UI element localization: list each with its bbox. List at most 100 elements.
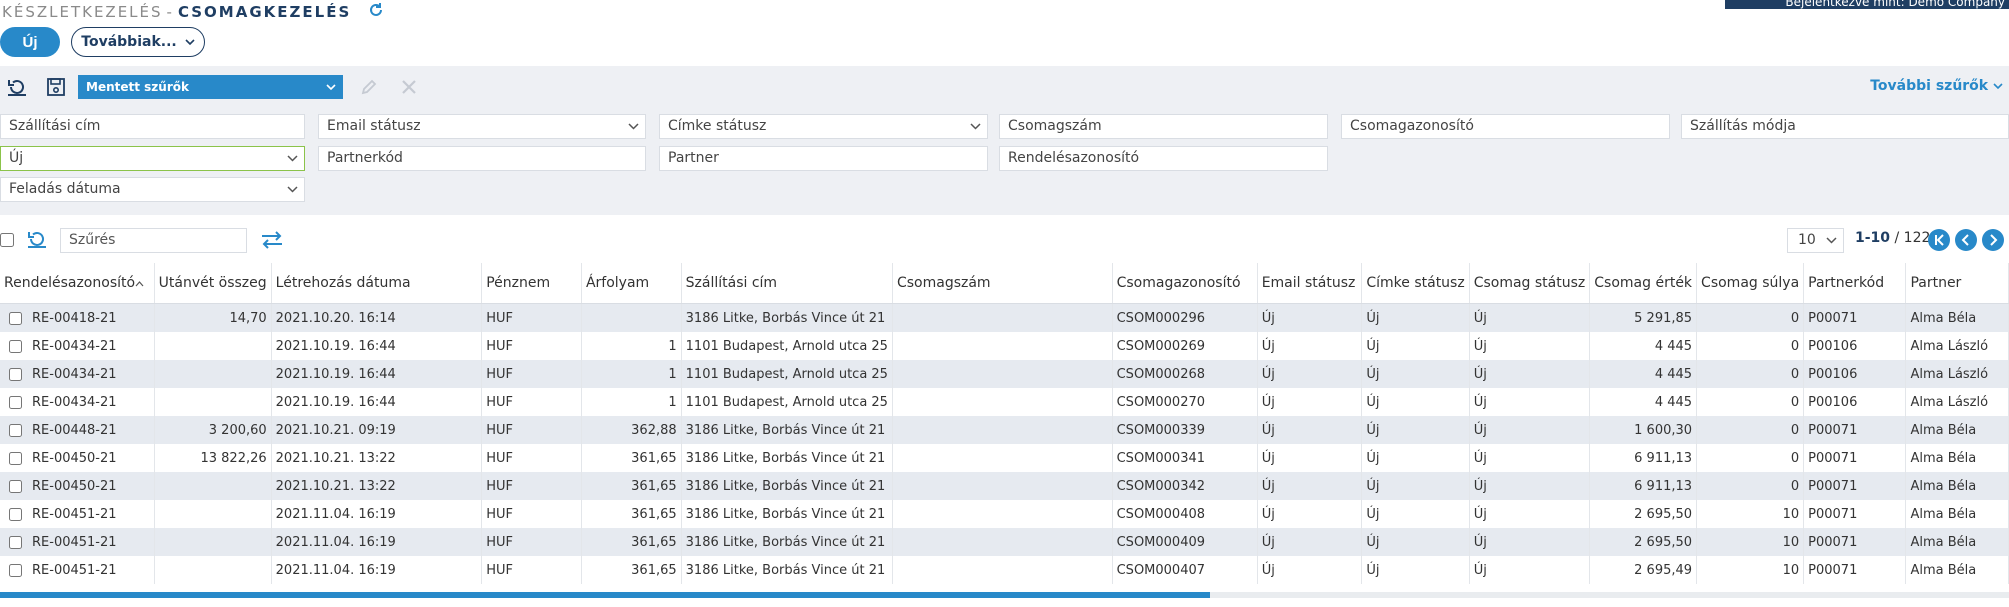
column-header[interactable]: Rendelésazonosító bbox=[0, 263, 155, 304]
grid-filter-input[interactable]: Szűrés bbox=[60, 228, 247, 253]
table-row[interactable]: RE-00448-21 3 200,60 2021.10.21. 09:19 HUF 3… bbox=[0, 416, 2009, 444]
package-id-filter[interactable]: Csomagazonosító bbox=[1341, 114, 1670, 139]
column-header[interactable]: Csomagazonosító bbox=[1112, 263, 1258, 304]
table-row[interactable]: RE-00451-21 2021.11.04. 16:19 HUF 361,65 318… bbox=[0, 500, 2009, 528]
page-size-select[interactable]: 10 bbox=[1787, 228, 1844, 253]
reset-filter-icon[interactable] bbox=[6, 76, 28, 98]
table-cell: HUF bbox=[481, 360, 582, 388]
column-header[interactable]: Utánvét összeg bbox=[154, 263, 272, 304]
breadcrumb-separator: - bbox=[166, 3, 174, 21]
table-cell: RE-00451-21 bbox=[0, 500, 155, 528]
column-header[interactable]: Partner bbox=[1905, 263, 2009, 304]
table-cell: Új bbox=[1469, 556, 1591, 584]
column-header[interactable]: Csomag súlya bbox=[1696, 263, 1805, 304]
table-cell: HUF bbox=[481, 500, 582, 528]
email-status-filter[interactable]: Email státusz bbox=[318, 114, 646, 139]
row-checkbox[interactable] bbox=[9, 423, 22, 437]
new-button[interactable]: Új bbox=[0, 27, 60, 57]
table-row[interactable]: RE-00450-21 2021.10.21. 13:22 HUF 361,65 318… bbox=[0, 472, 2009, 500]
table-cell: P00071 bbox=[1803, 472, 1907, 500]
table-cell bbox=[892, 360, 1113, 388]
order-id-text: RE-00448-21 bbox=[32, 422, 117, 438]
row-checkbox[interactable] bbox=[9, 507, 22, 521]
row-checkbox[interactable] bbox=[9, 479, 22, 493]
table-cell bbox=[892, 303, 1113, 332]
table-cell bbox=[154, 500, 272, 528]
order-id-text: RE-00450-21 bbox=[32, 478, 117, 494]
prev-page-icon[interactable] bbox=[1955, 229, 1977, 251]
column-header[interactable]: Pénznem bbox=[481, 263, 582, 304]
column-header[interactable]: Létrehozás dátuma bbox=[271, 263, 483, 304]
swap-columns-icon[interactable] bbox=[261, 231, 283, 253]
more-actions-button[interactable]: Továbbiak... bbox=[71, 27, 205, 57]
table-cell: 0 bbox=[1696, 360, 1805, 388]
shipping-method-filter[interactable]: Szállítás módja bbox=[1681, 114, 2009, 139]
more-actions-label: Továbbiak... bbox=[81, 34, 177, 50]
row-checkbox[interactable] bbox=[9, 563, 22, 577]
status-filter[interactable]: Új bbox=[0, 146, 305, 171]
breadcrumb-root[interactable]: KÉSZLETKEZELÉS bbox=[2, 3, 163, 21]
order-id-filter[interactable]: Rendelésazonosító bbox=[999, 146, 1328, 171]
first-page-icon[interactable] bbox=[1928, 229, 1950, 251]
table-cell: 2021.10.19. 16:44 bbox=[271, 332, 483, 360]
table-row[interactable]: RE-00450-21 13 822,26 2021.10.21. 13:22 HUF… bbox=[0, 444, 2009, 472]
chevron-down-icon bbox=[287, 178, 298, 201]
column-header[interactable]: Csomag érték bbox=[1589, 263, 1698, 304]
more-filters-link[interactable]: További szűrők bbox=[1870, 78, 2003, 94]
chevron-down-icon bbox=[1826, 229, 1837, 252]
table-cell: Új bbox=[1361, 444, 1470, 472]
select-all-checkbox[interactable] bbox=[0, 233, 14, 247]
table-cell: Új bbox=[1469, 332, 1591, 360]
table-row[interactable]: RE-00434-21 2021.10.19. 16:44 HUF 1 1101 Bud… bbox=[0, 388, 2009, 416]
table-cell: 10 bbox=[1696, 528, 1805, 556]
more-filters-label: További szűrők bbox=[1870, 78, 1989, 94]
reset-grid-icon[interactable] bbox=[26, 229, 48, 253]
row-checkbox[interactable] bbox=[9, 395, 22, 409]
delete-icon[interactable] bbox=[398, 76, 420, 98]
table-cell: RE-00418-21 bbox=[0, 303, 155, 332]
shipping-address-filter[interactable]: Szállítási cím bbox=[0, 114, 305, 139]
table-row[interactable]: RE-00451-21 2021.11.04. 16:19 HUF 361,65 318… bbox=[0, 528, 2009, 556]
table-cell: 10 bbox=[1696, 556, 1805, 584]
table-cell: Új bbox=[1361, 500, 1470, 528]
label-status-filter[interactable]: Címke státusz bbox=[659, 114, 988, 139]
edit-icon[interactable] bbox=[358, 76, 380, 98]
column-header[interactable]: Szállítási cím bbox=[681, 263, 893, 304]
order-id-text: RE-00434-21 bbox=[32, 338, 117, 354]
next-page-icon[interactable] bbox=[1982, 229, 2004, 251]
table-cell: CSOM000296 bbox=[1112, 303, 1258, 332]
table-cell: 2021.10.19. 16:44 bbox=[271, 360, 483, 388]
table-row[interactable]: RE-00434-21 2021.10.19. 16:44 HUF 1 1101 Bud… bbox=[0, 360, 2009, 388]
table-cell bbox=[892, 528, 1113, 556]
row-checkbox[interactable] bbox=[9, 451, 22, 465]
table-cell: Alma László bbox=[1905, 360, 2009, 388]
table-cell: Új bbox=[1469, 416, 1591, 444]
table-row[interactable]: RE-00418-21 14,70 2021.10.20. 16:14 HUF 3186… bbox=[0, 303, 2009, 332]
table-cell bbox=[892, 444, 1113, 472]
order-id-text: RE-00451-21 bbox=[32, 562, 117, 578]
table-cell: RE-00450-21 bbox=[0, 444, 155, 472]
table-cell bbox=[154, 472, 272, 500]
column-header[interactable]: Csomag státusz bbox=[1469, 263, 1591, 304]
column-header[interactable]: Csomagszám bbox=[892, 263, 1113, 304]
refresh-icon[interactable] bbox=[368, 2, 384, 23]
column-header[interactable]: Címke státusz bbox=[1361, 263, 1470, 304]
table-cell: 2021.10.21. 13:22 bbox=[271, 472, 483, 500]
row-checkbox[interactable] bbox=[9, 339, 22, 353]
row-checkbox[interactable] bbox=[9, 311, 22, 325]
column-header[interactable]: Email státusz bbox=[1257, 263, 1363, 304]
table-row[interactable]: RE-00434-21 2021.10.19. 16:44 HUF 1 1101 Bud… bbox=[0, 332, 2009, 360]
row-checkbox[interactable] bbox=[9, 367, 22, 381]
horizontal-scrollbar-thumb[interactable] bbox=[0, 592, 1210, 598]
table-cell: Új bbox=[1257, 556, 1363, 584]
ship-date-filter[interactable]: Feladás dátuma bbox=[0, 177, 305, 202]
package-number-filter[interactable]: Csomagszám bbox=[999, 114, 1328, 139]
saved-filters-dropdown[interactable]: Mentett szűrők bbox=[78, 75, 343, 99]
partner-filter[interactable]: Partner bbox=[659, 146, 988, 171]
column-header[interactable]: Partnerkód bbox=[1803, 263, 1907, 304]
save-icon[interactable] bbox=[45, 76, 67, 98]
column-header[interactable]: Árfolyam bbox=[581, 263, 682, 304]
table-row[interactable]: RE-00451-21 2021.11.04. 16:19 HUF 361,65 318… bbox=[0, 556, 2009, 584]
row-checkbox[interactable] bbox=[9, 535, 22, 549]
partner-code-filter[interactable]: Partnerkód bbox=[318, 146, 646, 171]
